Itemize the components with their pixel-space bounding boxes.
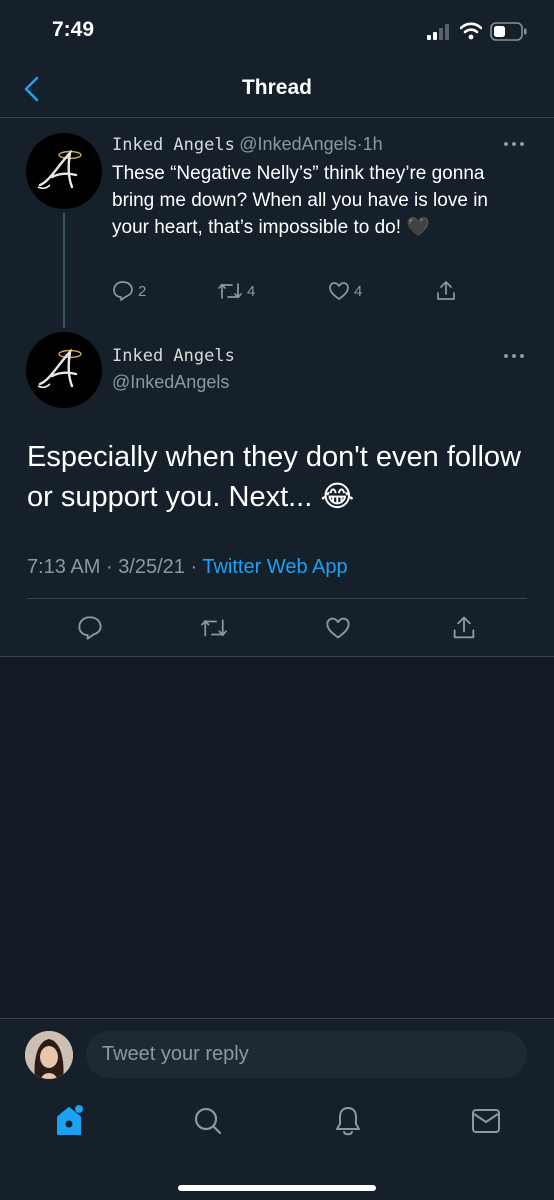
retweet-icon [218,283,242,299]
time-ago: 1h [362,134,383,154]
reply-icon[interactable] [77,615,103,641]
cellular-signal-icon [427,24,449,40]
avatar[interactable] [26,133,102,209]
heart-icon[interactable] [325,615,351,641]
more-options-icon[interactable] [503,141,525,147]
display-name[interactable]: Inked Angels [112,135,235,155]
inked-angels-logo-icon [26,133,102,209]
battery-icon [490,22,527,41]
home-indicator[interactable] [178,1185,376,1191]
more-options-icon[interactable] [503,353,525,359]
inked-angels-logo-icon [26,332,102,408]
thread-end-divider [0,656,554,657]
search-icon[interactable] [193,1106,223,1136]
home-icon[interactable] [55,1103,85,1137]
meta-divider [27,598,527,599]
meta-separator: · [105,556,113,578]
status-bar: 7:49 [0,0,554,60]
status-time: 7:49 [52,18,95,41]
empty-area [0,656,554,1018]
handle[interactable]: @InkedAngels [239,134,356,154]
page-title: Thread [241,76,312,99]
handle[interactable]: @InkedAngels [112,372,229,393]
retweet-icon[interactable] [199,616,229,640]
tweet-header: Inked Angels @InkedAngels·1h [112,134,383,155]
user-photo-icon [25,1031,73,1079]
display-name[interactable]: Inked Angels [112,346,235,366]
meta-separator: · [190,556,198,578]
share-icon[interactable] [435,279,457,303]
tweet-source-link[interactable]: Twitter Web App [202,556,347,578]
wifi-icon [460,22,482,40]
tweet-date: 3/25/21 [118,556,185,578]
reply-count: 2 [138,282,147,300]
messages-envelope-icon[interactable] [471,1108,501,1134]
user-avatar[interactable] [25,1031,73,1079]
avatar[interactable] [26,332,102,408]
share-icon[interactable] [451,614,477,642]
like-button[interactable]: 4 [328,280,362,302]
tweet-meta: 7:13 AM · 3/25/21 · Twitter Web App [27,556,348,579]
reply-icon [113,281,133,301]
tweet-text: These “Negative Nelly’s” think they’re g… [112,163,488,238]
retweet-count: 4 [247,282,256,300]
reply-placeholder: Tweet your reply [102,1043,249,1065]
reply-button[interactable]: 2 [112,280,146,302]
tweet-time: 7:13 AM [27,556,101,578]
retweet-button[interactable]: 4 [217,280,255,302]
heart-icon [329,282,349,300]
reply-bar-divider [0,1018,554,1019]
notifications-bell-icon[interactable] [333,1105,363,1137]
main-tweet-text: Especially when they don't even follow o… [27,441,521,513]
header-divider [0,117,554,118]
thread-connector-line [63,213,65,328]
like-count: 4 [354,282,363,300]
